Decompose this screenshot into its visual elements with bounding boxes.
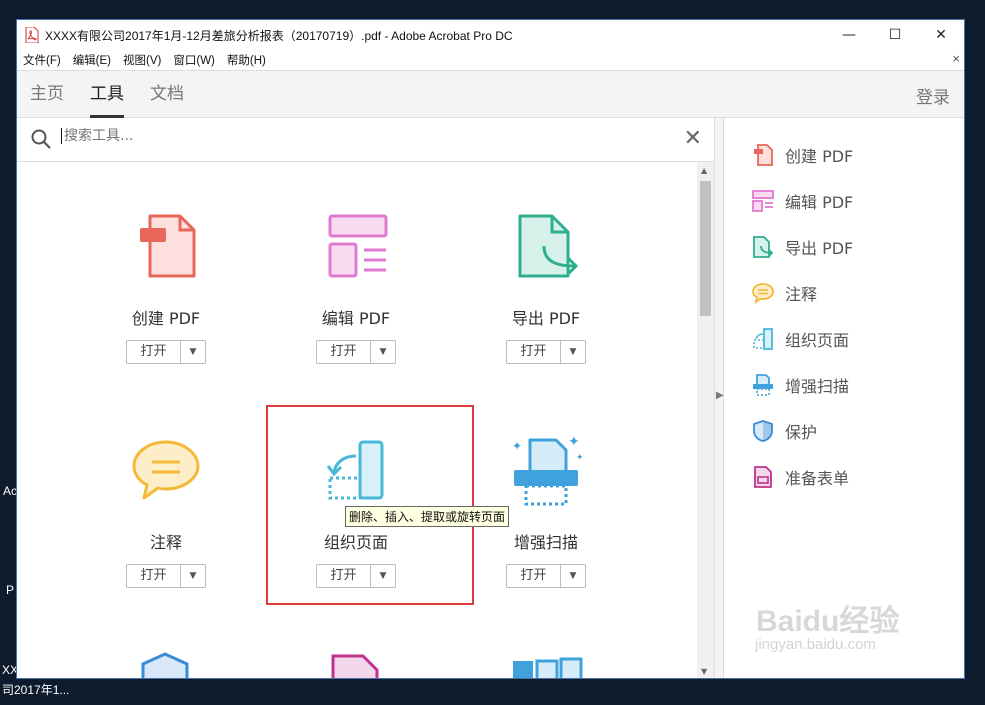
right-item-protect[interactable]: 保护 xyxy=(751,419,817,443)
shield-icon xyxy=(753,420,773,442)
menu-view[interactable]: 视图(V) xyxy=(123,52,161,68)
maximize-button[interactable]: ☐ xyxy=(872,20,918,50)
tab-bar: 主页 工具 文档 登录 xyxy=(17,70,964,118)
login-link[interactable]: 登录 xyxy=(916,83,950,108)
open-button[interactable]: 打开 xyxy=(317,341,371,363)
prepare-form-icon xyxy=(754,466,772,488)
right-item-prepare-form[interactable]: 准备表单 xyxy=(751,465,849,489)
tool-comment[interactable]: 注释 打开 ▼ xyxy=(81,432,251,588)
tool-export-pdf[interactable]: 导出 PDF 打开 ▼ xyxy=(461,208,631,364)
watermark-brand: Baidu经验 xyxy=(756,605,900,638)
svg-text:✦: ✦ xyxy=(576,453,584,463)
menu-help[interactable]: 帮助(H) xyxy=(227,52,266,68)
edit-pdf-icon xyxy=(328,214,388,278)
desktop-label: P xyxy=(6,583,15,597)
scroll-down-icon[interactable]: ▼ xyxy=(701,667,707,676)
clear-search-icon[interactable]: ✕ xyxy=(684,127,702,151)
create-pdf-icon xyxy=(754,144,773,166)
right-item-label: 组织页面 xyxy=(785,331,850,350)
search-icon xyxy=(31,129,51,149)
chevron-down-icon[interactable]: ▼ xyxy=(561,565,585,587)
right-item-organize-pages[interactable]: 组织页面 xyxy=(751,327,849,351)
minimize-button[interactable]: — xyxy=(826,20,872,50)
combine-files-icon xyxy=(513,657,583,678)
open-button[interactable]: 打开 xyxy=(507,341,561,363)
right-item-label: 编辑 PDF xyxy=(785,193,854,212)
right-item-label: 保护 xyxy=(785,423,818,442)
right-item-label: 增强扫描 xyxy=(785,377,850,396)
open-button[interactable]: 打开 xyxy=(507,565,561,587)
panel-collapse-bar[interactable]: ▶ xyxy=(714,118,724,678)
menu-window[interactable]: 窗口(W) xyxy=(173,52,215,68)
right-item-comment[interactable]: 注释 xyxy=(751,281,817,305)
chevron-down-icon[interactable]: ▼ xyxy=(181,565,205,587)
open-split-button[interactable]: 打开 ▼ xyxy=(316,340,396,364)
organize-pages-icon xyxy=(753,328,773,350)
right-item-edit-pdf[interactable]: 编辑 PDF xyxy=(751,189,853,213)
tool-edit-pdf[interactable]: 编辑 PDF 打开 ▼ xyxy=(271,208,441,364)
enhance-scan-icon: ✦ ✦ ✦ xyxy=(512,434,584,506)
tool-label: 编辑 PDF xyxy=(321,309,391,328)
comment-icon xyxy=(752,283,774,305)
edit-pdf-icon xyxy=(752,190,774,212)
chevron-right-icon[interactable]: ▶ xyxy=(716,390,724,401)
right-item-export-pdf[interactable]: 导出 PDF xyxy=(751,235,853,259)
right-item-create-pdf[interactable]: 创建 PDF xyxy=(751,143,853,167)
export-pdf-icon xyxy=(753,236,774,258)
chevron-down-icon[interactable]: ▼ xyxy=(181,341,205,363)
right-item-label: 导出 PDF xyxy=(785,239,854,258)
tool-label: 创建 PDF xyxy=(131,309,201,328)
window-title: XXXX有限公司2017年1月-12月差旅分析报表（20170719）.pdf … xyxy=(45,28,513,43)
open-split-button[interactable]: 打开 ▼ xyxy=(126,564,206,588)
watermark-url: jingyan.baidu.com xyxy=(755,636,876,653)
pdf-file-icon xyxy=(25,27,39,43)
tool-label: 增强扫描 xyxy=(513,533,578,552)
menu-file[interactable]: 文件(F) xyxy=(23,52,61,68)
right-item-label: 准备表单 xyxy=(785,469,850,488)
chevron-down-icon[interactable]: ▼ xyxy=(371,341,395,363)
tool-create-pdf[interactable]: 创建 PDF 打开 ▼ xyxy=(81,208,251,364)
protect-icon xyxy=(141,652,189,678)
close-document-icon[interactable]: × xyxy=(952,51,960,66)
desktop-label: 司2017年1... xyxy=(2,683,70,697)
right-item-label: 创建 PDF xyxy=(785,147,854,166)
scroll-up-icon[interactable]: ▲ xyxy=(701,166,707,175)
svg-text:✦: ✦ xyxy=(512,439,522,453)
highlight-box xyxy=(266,405,474,605)
close-button[interactable]: ✕ xyxy=(918,20,964,50)
comment-icon xyxy=(132,440,200,500)
open-split-button[interactable]: 打开 ▼ xyxy=(506,564,586,588)
chevron-down-icon[interactable]: ▼ xyxy=(561,341,585,363)
tool-label: 注释 xyxy=(149,533,182,552)
tab-home[interactable]: 主页 xyxy=(30,70,64,118)
tab-document[interactable]: 文档 xyxy=(150,70,184,118)
tool-search-bar: ✕ xyxy=(17,118,714,162)
right-item-enhance-scan[interactable]: 增强扫描 xyxy=(751,373,849,397)
tab-tools[interactable]: 工具 xyxy=(90,70,124,118)
prepare-form-icon xyxy=(331,654,379,678)
menu-bar: 文件(F) 编辑(E) 视图(V) 窗口(W) 帮助(H) × xyxy=(17,50,964,70)
desktop-label: Ac xyxy=(3,484,18,498)
open-button[interactable]: 打开 xyxy=(127,565,181,587)
tooltip: 删除、插入、提取或旋转页面 xyxy=(345,506,510,527)
vertical-scrollbar[interactable]: ▲ ▼ xyxy=(697,162,714,678)
enhance-scan-icon xyxy=(753,374,773,396)
export-pdf-icon xyxy=(518,214,579,278)
open-split-button[interactable]: 打开 ▼ xyxy=(126,340,206,364)
open-split-button[interactable]: 打开 ▼ xyxy=(506,340,586,364)
menu-edit[interactable]: 编辑(E) xyxy=(73,52,111,68)
acrobat-window: XXXX有限公司2017年1月-12月差旅分析报表（20170719）.pdf … xyxy=(16,19,965,679)
tool-label: 导出 PDF xyxy=(511,309,581,328)
right-item-label: 注释 xyxy=(785,285,818,304)
svg-text:✦: ✦ xyxy=(568,434,580,450)
create-pdf-icon xyxy=(140,214,196,278)
title-bar: XXXX有限公司2017年1月-12月差旅分析报表（20170719）.pdf … xyxy=(17,20,964,50)
open-button[interactable]: 打开 xyxy=(127,341,181,363)
scrollbar-thumb[interactable] xyxy=(700,181,711,316)
search-input[interactable] xyxy=(61,128,621,144)
right-tools-pane: 创建 PDF 编辑 PDF 导出 PDF 注释 组织页面 增强扫描 保护 准备表… xyxy=(724,118,964,678)
